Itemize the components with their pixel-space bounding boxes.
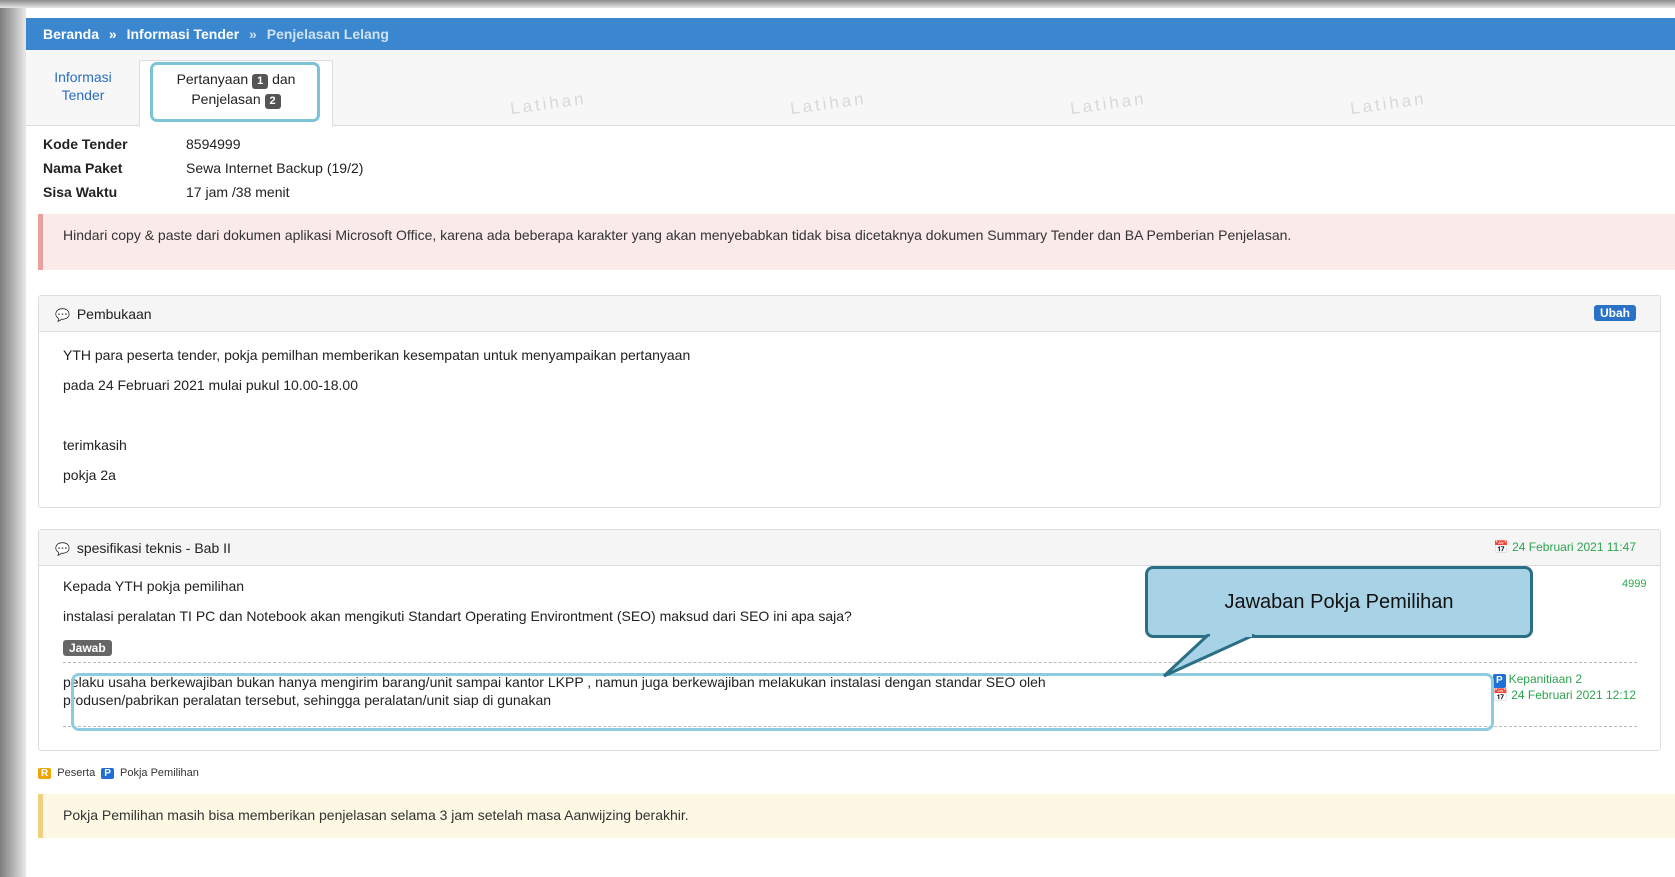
panel-title: spesifikasi teknis - Bab II bbox=[76, 540, 231, 556]
legend-label: Pokja Pemilihan bbox=[120, 767, 199, 779]
warning-alert: Hindari copy & paste dari dokumen aplika… bbox=[38, 214, 1675, 270]
panel-header: 💬 Pembukaan Ubah bbox=[39, 296, 1660, 332]
question-text: Kepada YTH pokja pemilihan bbox=[63, 578, 245, 594]
tender-info-table: Kode Tender 8594999 Nama Paket Sewa Inte… bbox=[43, 132, 363, 204]
ubah-button[interactable]: Ubah bbox=[1594, 305, 1636, 321]
breadcrumb-current: Penjelasan Lelang bbox=[266, 26, 389, 42]
info-value: 17 jam /38 menit bbox=[186, 184, 290, 200]
info-label: Nama Paket bbox=[43, 160, 123, 176]
panel-header: 💬 spesifikasi teknis - Bab II 📅 24 Febru… bbox=[39, 530, 1660, 566]
pembukaan-panel: 💬 Pembukaan Ubah YTH para peserta tender… bbox=[38, 295, 1661, 508]
breadcrumb-section[interactable]: Informasi Tender bbox=[127, 26, 240, 42]
watermark-text: Latihan bbox=[508, 88, 588, 119]
comments-icon: 💬 bbox=[55, 308, 70, 322]
jawab-button[interactable]: Jawab bbox=[63, 640, 112, 656]
breadcrumb-home[interactable]: Beranda bbox=[43, 26, 99, 42]
reply-meta: P Kepanitiaan 2 📅 24 Februari 2021 12:12 bbox=[1492, 672, 1636, 702]
info-value: 8594999 bbox=[186, 136, 241, 152]
screenshot-frame: Beranda » Informasi Tender » Penjelasan … bbox=[0, 0, 1675, 877]
answer-highlight-box bbox=[71, 673, 1494, 731]
info-row-sisa: Sisa Waktu 17 jam /38 menit bbox=[43, 180, 363, 204]
breadcrumb-separator: » bbox=[108, 26, 117, 42]
question-date: 📅 24 Februari 2021 11:47 bbox=[1493, 540, 1636, 554]
watermark-text: Latihan bbox=[1068, 88, 1148, 119]
tab-label: Informasi bbox=[54, 69, 112, 85]
info-label: Kode Tender bbox=[43, 136, 128, 152]
comments-icon: 💬 bbox=[55, 542, 70, 556]
tab-highlight-box bbox=[150, 62, 320, 122]
pokja-badge: P bbox=[1492, 674, 1506, 688]
info-label: Sisa Waktu bbox=[43, 184, 118, 200]
calendar-icon: 📅 bbox=[1492, 688, 1508, 702]
pembukaan-text: pada 24 Februari 2021 mulai pukul 10.00-… bbox=[63, 377, 358, 393]
info-row-kode: Kode Tender 8594999 bbox=[43, 132, 363, 156]
pembukaan-text: YTH para peserta tender, pokja pemilhan … bbox=[63, 347, 691, 363]
pembukaan-text: pokja 2a bbox=[63, 467, 116, 483]
reply-author: Kepanitiaan 2 bbox=[1508, 672, 1583, 686]
tab-label: Tender bbox=[61, 87, 105, 103]
info-row-nama: Nama Paket Sewa Internet Backup (19/2) bbox=[43, 156, 363, 180]
panel-title: Pembukaan bbox=[76, 306, 152, 322]
breadcrumb-separator: » bbox=[249, 26, 257, 42]
watermark-text: Latihan bbox=[1348, 88, 1428, 119]
legend: R Peserta P Pokja Pemilihan bbox=[38, 767, 199, 779]
callout-pointer bbox=[1162, 634, 1255, 678]
info-value: Sewa Internet Backup (19/2) bbox=[186, 160, 364, 176]
pembukaan-text: terimkasih bbox=[63, 437, 127, 453]
date-text: 24 Februari 2021 11:47 bbox=[1512, 540, 1636, 554]
callout-jawaban: Jawaban Pokja Pemilihan bbox=[1145, 566, 1533, 638]
divider bbox=[63, 662, 1637, 663]
watermark-text: Latihan bbox=[788, 88, 868, 119]
tab-informasi-tender[interactable]: Informasi Tender bbox=[43, 68, 123, 104]
frame-top-shadow bbox=[0, 0, 1675, 8]
reply-date: 24 Februari 2021 12:12 bbox=[1511, 688, 1636, 702]
info-alert: Pokja Pemilihan masih bisa memberikan pe… bbox=[38, 794, 1675, 838]
page-content: Beranda » Informasi Tender » Penjelasan … bbox=[26, 8, 1675, 877]
question-text: instalasi peralatan TI PC dan Notebook a… bbox=[63, 608, 852, 624]
callout-text: Jawaban Pokja Pemilihan bbox=[1224, 591, 1454, 613]
side-code: 4999 bbox=[1622, 578, 1647, 590]
frame-left-shadow bbox=[0, 0, 26, 877]
pokja-badge: P bbox=[101, 768, 114, 779]
peserta-badge: R bbox=[38, 768, 52, 779]
legend-label: Peserta bbox=[57, 767, 96, 779]
breadcrumb: Beranda » Informasi Tender » Penjelasan … bbox=[26, 18, 1675, 50]
